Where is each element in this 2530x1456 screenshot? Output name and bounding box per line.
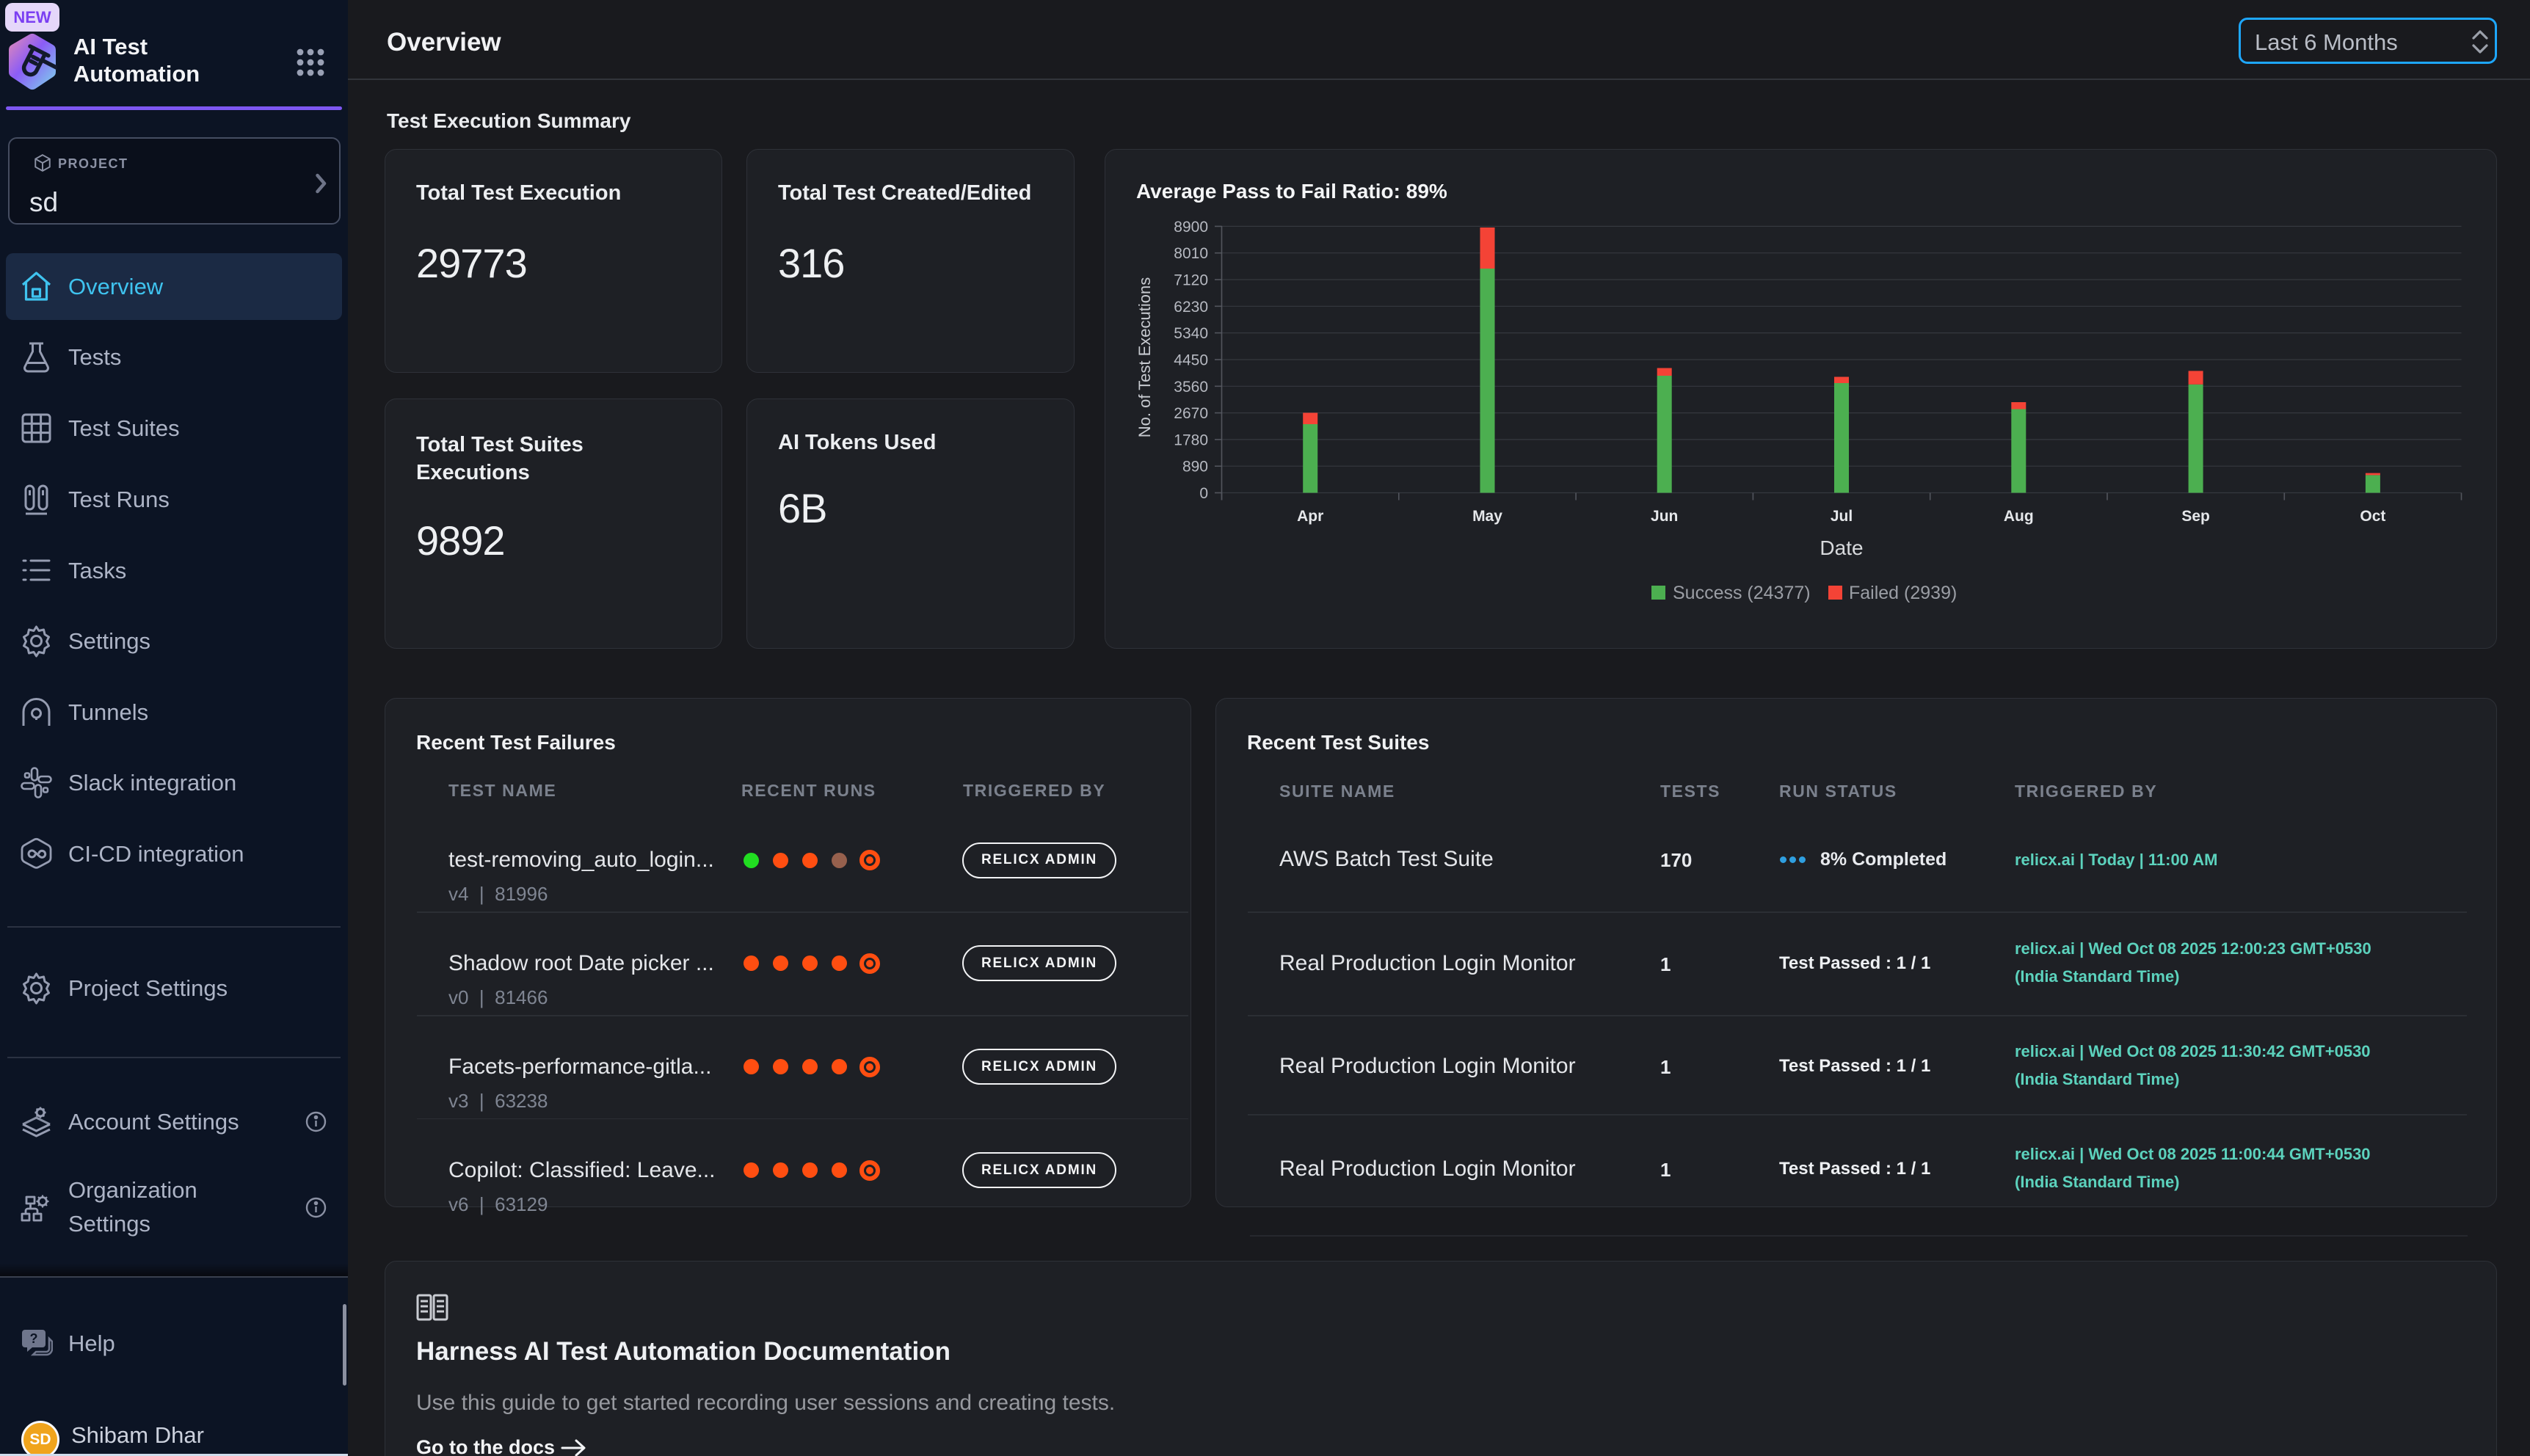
svg-text:890: 890 bbox=[1182, 459, 1208, 476]
svg-text:Average Pass to Fail Ratio: 89: Average Pass to Fail Ratio: 89% bbox=[1136, 180, 1447, 203]
svg-text:?: ? bbox=[30, 1331, 38, 1346]
svg-text:7120: 7120 bbox=[1174, 272, 1208, 289]
svg-text:Sep: Sep bbox=[2181, 508, 2210, 525]
svg-text:May: May bbox=[1472, 508, 1502, 525]
svg-text:Oct: Oct bbox=[2360, 508, 2385, 525]
svg-text:8900: 8900 bbox=[1174, 219, 1208, 236]
svg-text:Failed (2939): Failed (2939) bbox=[1849, 583, 1957, 603]
svg-text:Aug: Aug bbox=[2004, 508, 2034, 525]
svg-text:4450: 4450 bbox=[1174, 352, 1208, 369]
svg-text:No. of Test Executions: No. of Test Executions bbox=[1135, 277, 1154, 438]
svg-text:1780: 1780 bbox=[1174, 432, 1208, 448]
svg-text:2670: 2670 bbox=[1174, 405, 1208, 422]
svg-text:3560: 3560 bbox=[1174, 379, 1208, 396]
svg-text:6230: 6230 bbox=[1174, 299, 1208, 316]
svg-text:5340: 5340 bbox=[1174, 325, 1208, 342]
svg-text:Apr: Apr bbox=[1297, 508, 1323, 525]
svg-text:Jun: Jun bbox=[1651, 508, 1678, 525]
svg-text:Jul: Jul bbox=[1831, 508, 1853, 525]
svg-text:8010: 8010 bbox=[1174, 245, 1208, 262]
svg-text:Success (24377): Success (24377) bbox=[1673, 583, 1811, 603]
svg-text:Date: Date bbox=[1820, 536, 1863, 559]
svg-text:0: 0 bbox=[1199, 485, 1208, 502]
